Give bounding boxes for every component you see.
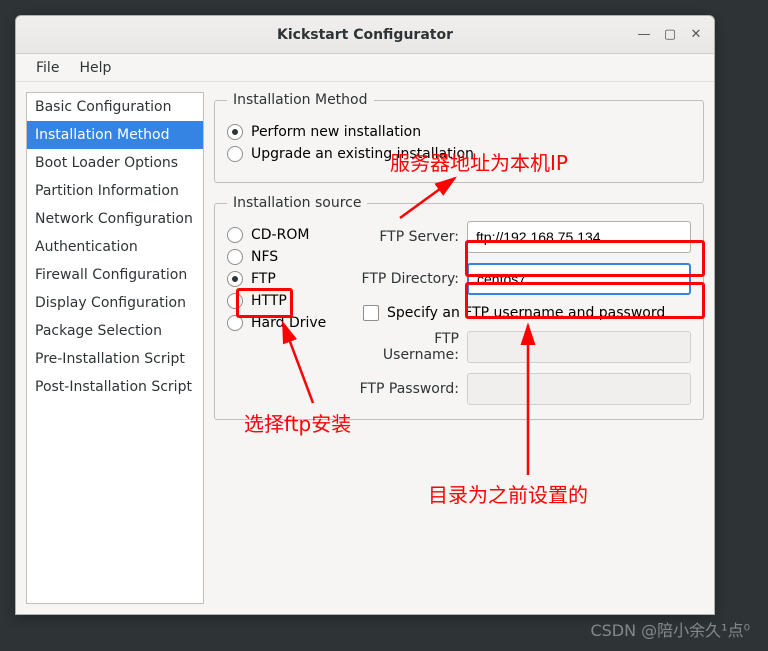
- ftp-directory-input[interactable]: [467, 263, 691, 295]
- radio-icon: [227, 293, 243, 309]
- sidebar-item-post-installation-script[interactable]: Post-Installation Script: [27, 373, 203, 401]
- menubar: File Help: [16, 54, 714, 82]
- radio-label: CD-ROM: [251, 227, 309, 243]
- sidebar-item-basic-configuration[interactable]: Basic Configuration: [27, 93, 203, 121]
- ftp-password-label: FTP Password:: [357, 381, 467, 397]
- titlebar: Kickstart Configurator — ▢ ✕: [16, 16, 714, 54]
- sidebar-item-package-selection[interactable]: Package Selection: [27, 317, 203, 345]
- specify-credentials-checkbox[interactable]: Specify an FTP username and password: [363, 305, 691, 321]
- sidebar-item-pre-installation-script[interactable]: Pre-Installation Script: [27, 345, 203, 373]
- ftp-username-input: [467, 331, 691, 363]
- window-title: Kickstart Configurator: [277, 27, 453, 43]
- installation-source-group: Installation source CD-ROM NFS: [214, 195, 704, 420]
- ftp-username-label: FTP Username:: [357, 331, 467, 363]
- maximize-button[interactable]: ▢: [660, 25, 680, 45]
- close-button[interactable]: ✕: [686, 25, 706, 45]
- radio-cdrom[interactable]: CD-ROM: [227, 227, 337, 243]
- radio-label: Upgrade an existing installation: [251, 146, 474, 162]
- installation-method-group: Installation Method Perform new installa…: [214, 92, 704, 183]
- radio-hard-drive[interactable]: Hard Drive: [227, 315, 337, 331]
- radio-label: HTTP: [251, 293, 287, 309]
- watermark: CSDN @陪小余久¹点⁰: [590, 617, 750, 641]
- radio-icon: [227, 124, 243, 140]
- app-window: Kickstart Configurator — ▢ ✕ File Help B…: [15, 15, 715, 615]
- checkbox-label: Specify an FTP username and password: [387, 305, 665, 321]
- radio-upgrade-installation[interactable]: Upgrade an existing installation: [227, 146, 691, 162]
- radio-icon: [227, 146, 243, 162]
- radio-icon: [227, 271, 243, 287]
- installation-source-legend: Installation source: [227, 195, 367, 211]
- radio-label: FTP: [251, 271, 276, 287]
- main-panel: Installation Method Perform new installa…: [214, 92, 704, 604]
- radio-label: Hard Drive: [251, 315, 326, 331]
- checkbox-icon: [363, 305, 379, 321]
- sidebar[interactable]: Basic Configuration Installation Method …: [26, 92, 204, 604]
- ftp-server-label: FTP Server:: [357, 229, 467, 245]
- menu-help[interactable]: Help: [69, 56, 121, 80]
- sidebar-item-boot-loader-options[interactable]: Boot Loader Options: [27, 149, 203, 177]
- radio-label: Perform new installation: [251, 124, 421, 140]
- radio-ftp[interactable]: FTP: [227, 271, 337, 287]
- sidebar-item-firewall-configuration[interactable]: Firewall Configuration: [27, 261, 203, 289]
- sidebar-item-installation-method[interactable]: Installation Method: [27, 121, 203, 149]
- ftp-server-input[interactable]: [467, 221, 691, 253]
- radio-icon: [227, 227, 243, 243]
- radio-http[interactable]: HTTP: [227, 293, 337, 309]
- menu-file[interactable]: File: [26, 56, 69, 80]
- ftp-password-input: [467, 373, 691, 405]
- sidebar-item-network-configuration[interactable]: Network Configuration: [27, 205, 203, 233]
- radio-icon: [227, 249, 243, 265]
- radio-icon: [227, 315, 243, 331]
- radio-new-installation[interactable]: Perform new installation: [227, 124, 691, 140]
- radio-nfs[interactable]: NFS: [227, 249, 337, 265]
- ftp-directory-label: FTP Directory:: [357, 271, 467, 287]
- minimize-button[interactable]: —: [634, 25, 654, 45]
- sidebar-item-partition-information[interactable]: Partition Information: [27, 177, 203, 205]
- sidebar-item-display-configuration[interactable]: Display Configuration: [27, 289, 203, 317]
- installation-method-legend: Installation Method: [227, 92, 374, 108]
- radio-label: NFS: [251, 249, 278, 265]
- sidebar-item-authentication[interactable]: Authentication: [27, 233, 203, 261]
